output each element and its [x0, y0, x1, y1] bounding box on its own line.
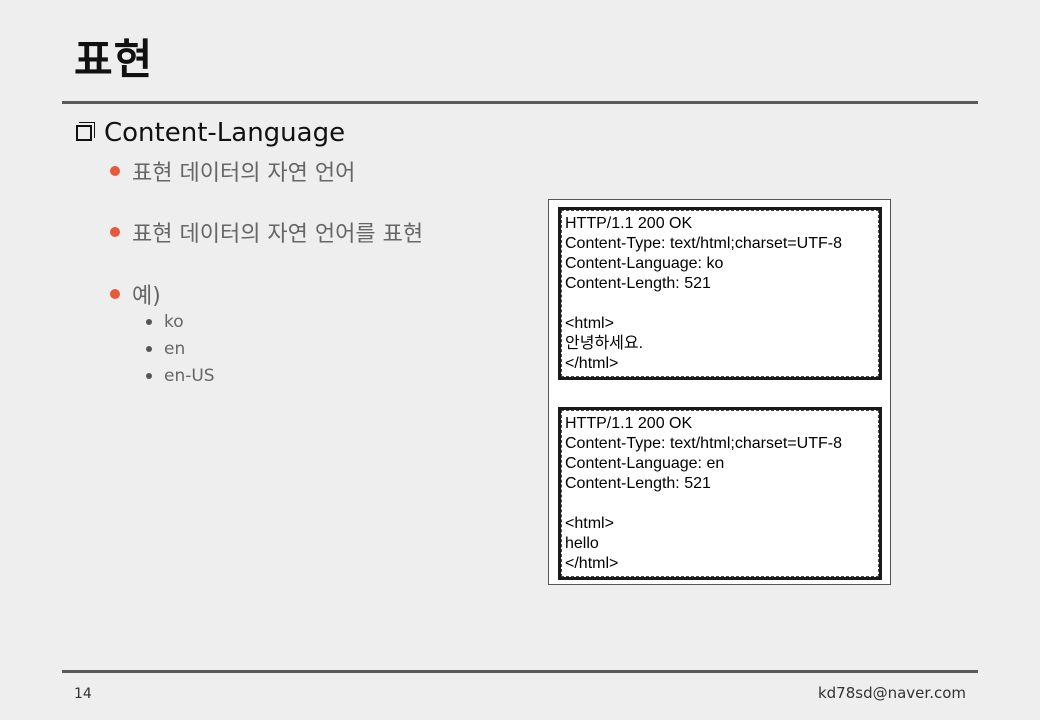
bullet-item: 표현 데이터의 자연 언어를 표현: [110, 216, 423, 248]
http-line: Content-Language: en: [565, 455, 725, 472]
sub-bullet-dot-icon: [146, 319, 152, 325]
slide-title: 표현: [74, 35, 154, 84]
http-line: </html>: [565, 355, 619, 372]
http-response-en: HTTP/1.1 200 OK Content-Type: text/html;…: [558, 407, 882, 580]
section-heading-text: Content-Language: [104, 118, 346, 148]
title-divider: [62, 101, 978, 104]
bullet-item: 표현 데이터의 자연 언어: [110, 155, 355, 187]
bullet-dot-icon: [110, 166, 120, 176]
footer-divider: [62, 670, 978, 673]
sub-bullet-text: en-US: [164, 366, 215, 386]
http-response-ko: HTTP/1.1 200 OK Content-Type: text/html;…: [558, 207, 882, 380]
page-number: 14: [74, 686, 92, 702]
http-line: Content-Language: ko: [565, 255, 724, 272]
sub-bullet-item: ko: [146, 312, 184, 332]
bullet-item: 예): [110, 278, 161, 310]
bullet-dot-icon: [110, 227, 120, 237]
http-line: <html>: [565, 515, 614, 532]
sub-bullet-text: en: [164, 339, 186, 359]
http-line: Content-Length: 521: [565, 275, 711, 292]
bullet-text: 표현 데이터의 자연 언어를 표현: [132, 222, 424, 247]
http-line: hello: [565, 535, 599, 552]
bullet-text: 예): [132, 284, 161, 309]
bullet-dot-icon: [110, 289, 120, 299]
http-line: HTTP/1.1 200 OK: [565, 215, 693, 232]
sub-bullet-item: en: [146, 339, 185, 359]
sub-bullet-text: ko: [164, 312, 184, 332]
http-line: <html>: [565, 315, 614, 332]
http-line: </html>: [565, 555, 619, 572]
sub-bullet-dot-icon: [146, 346, 152, 352]
http-line: HTTP/1.1 200 OK: [565, 415, 693, 432]
http-line: [565, 294, 879, 314]
bullet-text: 표현 데이터의 자연 언어: [132, 161, 356, 186]
sub-bullet-item: en-US: [146, 366, 215, 386]
http-line: [565, 494, 879, 514]
http-line: Content-Type: text/html;charset=UTF-8: [565, 235, 842, 252]
http-line: 안녕하세요.: [565, 335, 644, 352]
checkbox-icon: [76, 125, 92, 141]
sub-bullet-dot-icon: [146, 373, 152, 379]
section-heading: Content-Language: [76, 118, 345, 148]
http-line: Content-Type: text/html;charset=UTF-8: [565, 435, 842, 452]
http-line: Content-Length: 521: [565, 475, 711, 492]
author-email: kd78sd@naver.com: [817, 684, 966, 702]
